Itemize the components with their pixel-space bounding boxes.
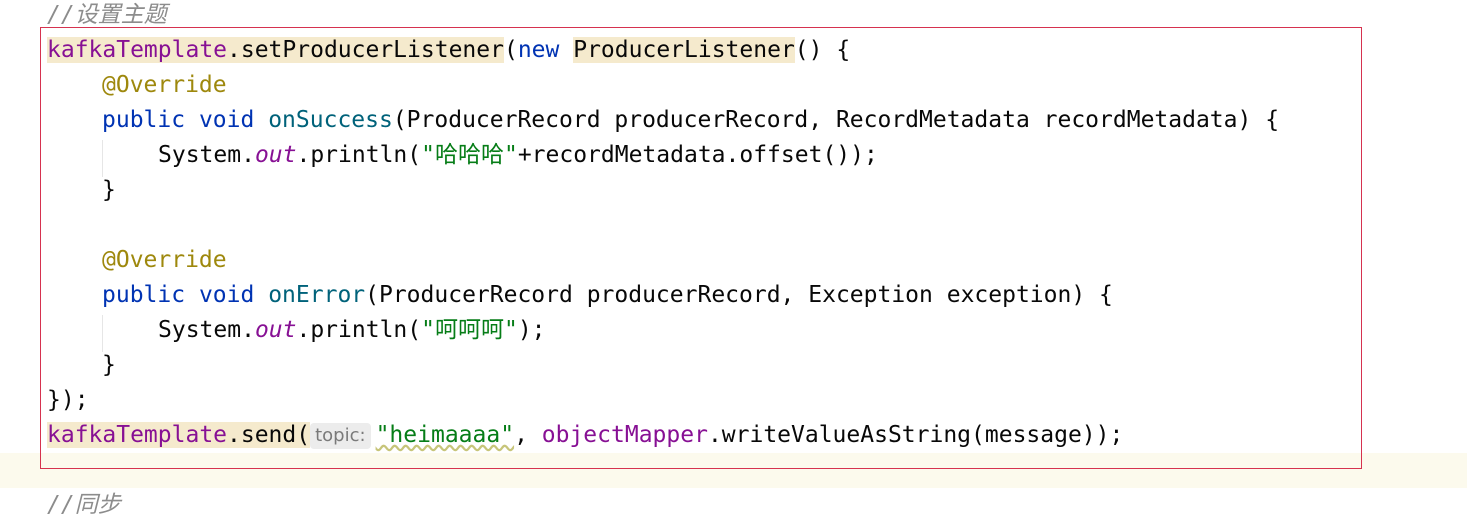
current-line-highlight: [0, 453, 1467, 488]
code-rest: +recordMetadata.offset());: [517, 142, 878, 168]
code-rest: (ProducerRecord producerRecord, Exceptio…: [365, 282, 1113, 308]
static-field: out: [254, 142, 297, 168]
method-call: .setProducerListener: [227, 37, 504, 63]
keyword-new: new: [517, 37, 560, 63]
parameter-hint: topic:: [310, 423, 371, 449]
code-line-6[interactable]: @Override: [102, 243, 227, 278]
code-line-9[interactable]: }: [102, 348, 116, 383]
code-comment: //同步: [47, 492, 121, 518]
code-rest: () {: [794, 37, 851, 63]
code-line-11[interactable]: kafkaTemplate.send(topic: "heimaaaa", obj…: [47, 418, 1123, 453]
indent-guide: [102, 140, 103, 177]
code-rest: (ProducerRecord producerRecord, RecordMe…: [392, 107, 1280, 133]
code-comment: //设置主题: [47, 2, 167, 28]
keyword-void: void: [198, 107, 255, 133]
class-name: ProducerListener: [573, 37, 795, 63]
comma: ,: [514, 422, 542, 448]
println-call: .println(: [296, 142, 422, 168]
indent-guide: [102, 315, 103, 352]
send-call: .send(: [227, 422, 311, 448]
kafka-template-ref: kafkaTemplate: [47, 37, 228, 63]
static-field: out: [254, 317, 297, 343]
string-literal: "呵呵呵": [421, 317, 518, 343]
code-line-10[interactable]: });: [47, 383, 89, 418]
kafka-template-ref: kafkaTemplate: [47, 422, 228, 448]
code-line-7[interactable]: public void onError(ProducerRecord produ…: [102, 278, 1113, 313]
code-rest: .writeValueAsString(message));: [707, 422, 1124, 448]
code-line-3[interactable]: public void onSuccess(ProducerRecord pro…: [102, 103, 1279, 138]
code-line-2[interactable]: @Override: [102, 68, 227, 103]
code-line-8[interactable]: System.out.println("呵呵呵");: [158, 313, 546, 348]
keyword-public: public: [102, 107, 186, 133]
object-mapper-ref: objectMapper: [541, 422, 708, 448]
method-name: onError: [268, 282, 366, 308]
keyword-void: void: [198, 282, 255, 308]
code-line-1[interactable]: kafkaTemplate.setProducerListener(new Pr…: [47, 33, 850, 68]
println-call: .println(: [296, 317, 422, 343]
string-literal: "哈哈哈": [421, 142, 518, 168]
code-rest: );: [517, 317, 546, 343]
method-name: onSuccess: [268, 107, 393, 133]
paren: (: [503, 37, 518, 63]
keyword-public: public: [102, 282, 186, 308]
code-line-5[interactable]: }: [102, 173, 116, 208]
system-ref: System.: [158, 317, 255, 343]
code-line-4[interactable]: System.out.println("哈哈哈"+recordMetadata.…: [158, 138, 878, 173]
string-literal: "heimaaaa": [375, 422, 515, 448]
system-ref: System.: [158, 142, 255, 168]
selection-highlight-box: [40, 27, 1362, 469]
